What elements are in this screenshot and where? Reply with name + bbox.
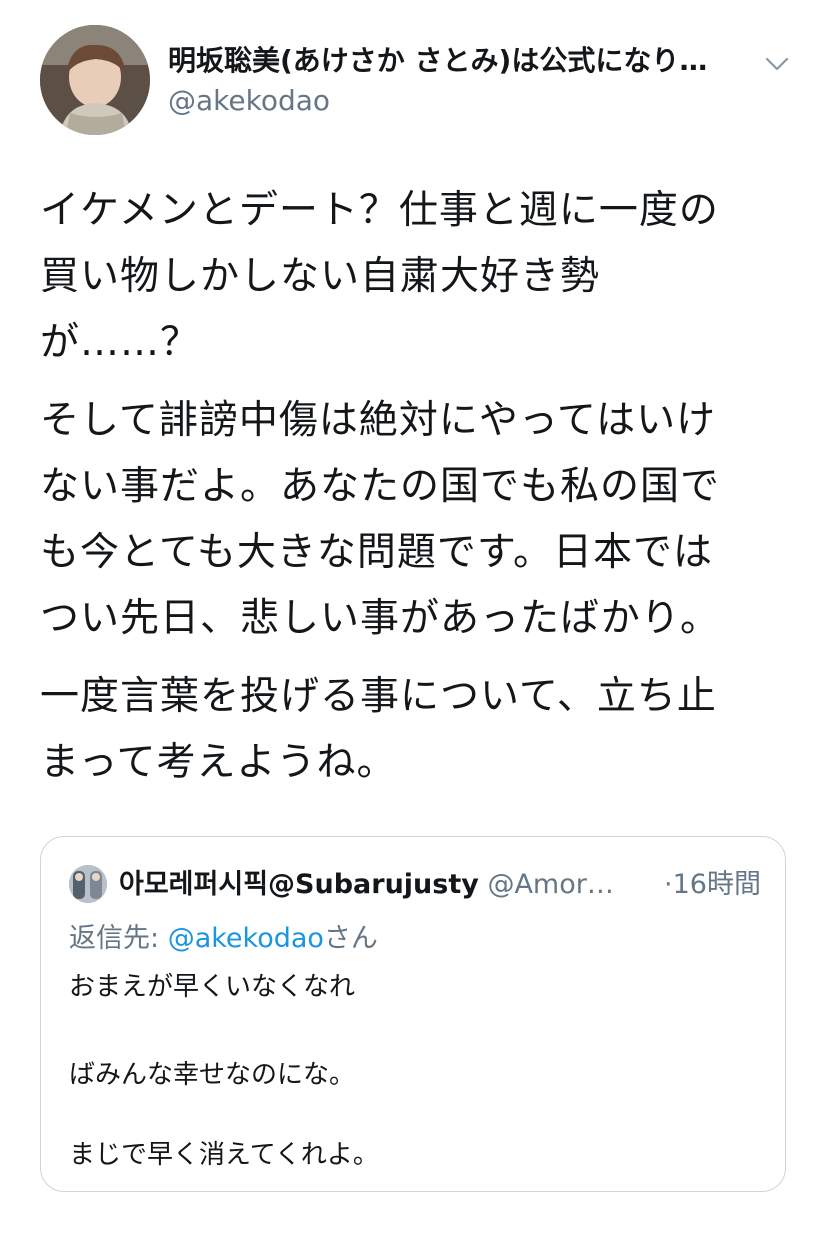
tweet-paragraph: そして誹謗中傷は絶対にやってはいけ ない事だよ。あなたの国でも私の国で も今とて…: [40, 398, 721, 641]
quoted-display-name[interactable]: 아모레퍼시픽@Subarujusty: [119, 869, 479, 900]
avatar[interactable]: [40, 25, 150, 135]
quoted-user-avatar[interactable]: [69, 865, 107, 903]
reply-suffix: さん: [323, 923, 378, 954]
tweet-text: イケメンとデート？仕事と週に一度の 買い物しかしない自粛大好き勢 が……？ そし…: [40, 178, 800, 808]
quoted-timestamp[interactable]: ·16時間: [664, 865, 761, 905]
reply-context: 返信先: @akekodaoさん: [69, 919, 378, 959]
tweet-header: 明坂聡美(あけさか さとみ)は公式になり… @akekodao: [40, 25, 790, 135]
quoted-tweet-header: 아모레퍼시픽@Subarujusty @Amor… ·16時間: [119, 865, 761, 905]
reply-to-user-link[interactable]: @akekodao: [168, 923, 324, 954]
quoted-tweet-card[interactable]: 아모레퍼시픽@Subarujusty @Amor… ·16時間 返信先: @ak…: [40, 836, 786, 1192]
tweet-paragraph: 一度言葉を投げる事について、立ち止 まって考えようね。: [40, 674, 717, 785]
tweet-paragraph: イケメンとデート？仕事と週に一度の 買い物しかしない自粛大好き勢 が……？: [40, 188, 719, 365]
user-handle[interactable]: @akekodao: [168, 83, 330, 119]
tweet: 明坂聡美(あけさか さとみ)は公式になり… @akekodao イケメンとデート…: [0, 0, 828, 1233]
quoted-tweet-line: おまえが早くいなくなれ: [69, 972, 356, 1002]
chevron-down-icon[interactable]: [762, 49, 792, 79]
quoted-user-handle[interactable]: @Amor…: [487, 869, 613, 900]
display-name[interactable]: 明坂聡美(あけさか さとみ)は公式になり…: [168, 43, 748, 79]
reply-prefix: 返信先:: [69, 923, 168, 954]
avatar-image: [40, 25, 150, 135]
quoted-tweet-line: ばみんな幸せなのにな。: [69, 1060, 356, 1090]
quoted-tweet-line: まじで早く消えてくれよ。: [69, 1140, 379, 1170]
